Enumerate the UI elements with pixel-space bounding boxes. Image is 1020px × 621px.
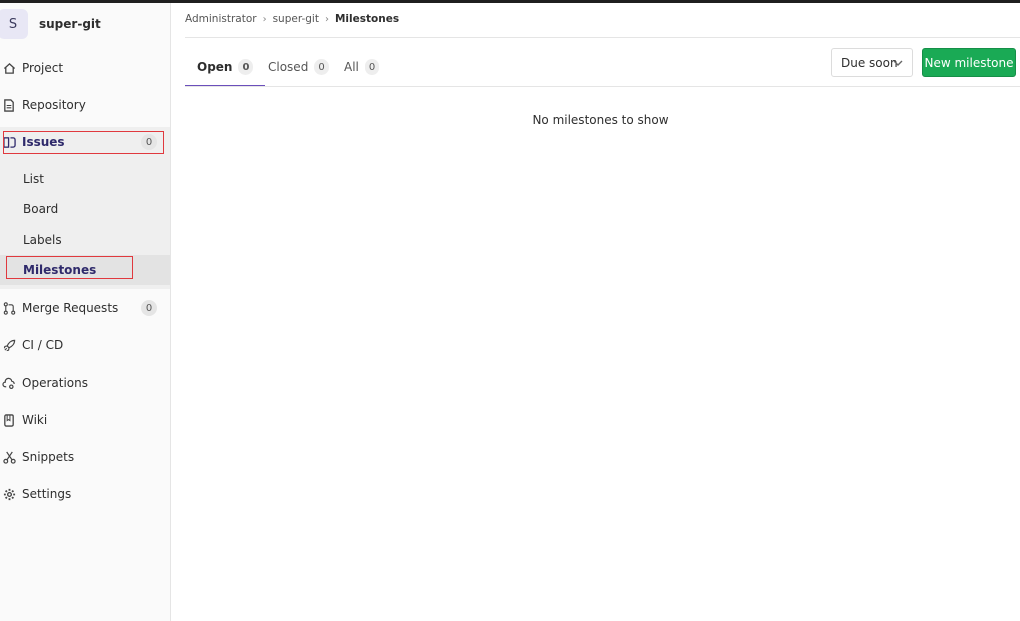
project-sidebar: S super-git Project Repository Issues 0 … [0,3,171,621]
sidebar-item-label: Snippets [22,450,75,464]
sidebar-item-merge-requests[interactable]: Merge Requests 0 [0,293,170,323]
divider [185,86,1020,87]
breadcrumb: Administrator › super-git › Milestones [185,13,399,25]
empty-state-message: No milestones to show [532,113,669,127]
sidebar-item-operations[interactable]: Operations [0,368,170,398]
sidebar-item-label: Operations [22,376,88,390]
tab-label: Open [197,60,233,74]
sidebar-item-issues[interactable]: Issues 0 [0,127,170,157]
new-milestone-button[interactable]: New milestone [922,48,1016,77]
sort-dropdown-label: Due soon [841,55,898,70]
breadcrumb-item-administrator[interactable]: Administrator [185,13,257,25]
sidebar-item-label: Issues [22,135,65,149]
sidebar-item-label: Merge Requests [22,301,119,315]
sidebar-subitem-label: Milestones [23,263,97,277]
sidebar-item-wiki[interactable]: Wiki [0,405,170,435]
project-header[interactable]: S super-git [0,9,170,39]
sidebar-item-repository[interactable]: Repository [0,90,170,120]
tab-closed[interactable]: Closed 0 [268,48,329,86]
divider [185,37,1020,38]
issues-icon [2,135,16,149]
tab-label: All [344,60,359,74]
issues-count-badge: 0 [141,134,157,150]
sidebar-item-settings[interactable]: Settings [0,479,170,509]
merge-request-icon [2,301,16,315]
breadcrumb-item-project[interactable]: super-git [273,13,319,25]
scissors-icon [2,450,16,464]
tab-count-badge: 0 [314,59,329,75]
sidebar-subitem-label: Board [23,202,59,216]
breadcrumb-current[interactable]: Milestones [335,13,399,25]
tab-count-badge: 0 [364,59,380,75]
sidebar-subitem-label: List [23,172,44,186]
sidebar-item-snippets[interactable]: Snippets [0,442,170,472]
sidebar-item-label: Project [22,61,64,75]
rocket-icon [2,338,16,352]
home-icon [2,61,16,75]
sort-dropdown[interactable]: Due soon [831,48,913,77]
tab-count-badge: 0 [238,59,254,75]
book-icon [2,413,16,427]
issues-group: Issues 0 List Board Labels Milestones [0,127,170,289]
sidebar-subitem-board[interactable]: Board [0,194,170,224]
sidebar-item-ci-cd[interactable]: CI / CD [0,330,170,360]
project-avatar: S [0,9,28,39]
document-icon [2,98,16,112]
gear-icon [2,487,16,501]
tab-label: Closed [268,60,309,74]
sidebar-subitem-list[interactable]: List [0,164,170,194]
sidebar-item-label: Repository [22,98,86,112]
cloud-gear-icon [2,376,16,390]
sidebar-item-label: Settings [22,487,72,501]
tab-all[interactable]: All 0 [344,48,380,86]
chevron-right-icon: › [262,13,267,25]
sidebar-subitem-milestones[interactable]: Milestones [0,255,170,285]
sidebar-item-label: CI / CD [22,338,64,352]
project-name[interactable]: super-git [39,17,101,31]
chevron-right-icon: › [324,13,329,25]
sidebar-subitem-label: Labels [23,233,62,247]
sidebar-item-label: Wiki [22,413,48,427]
tab-open[interactable]: Open 0 [184,48,267,87]
sidebar-item-project[interactable]: Project [0,53,170,83]
sidebar-subitem-labels[interactable]: Labels [0,225,170,255]
chevron-down-icon [892,57,904,69]
merge-requests-count-badge: 0 [141,300,157,316]
